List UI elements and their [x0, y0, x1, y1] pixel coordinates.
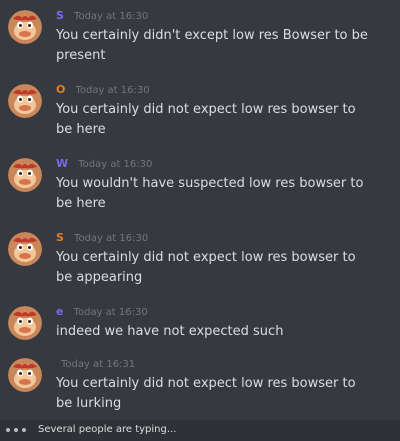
bowser-avatar-icon[interactable]	[8, 84, 42, 118]
message-timestamp: Today at 16:31	[61, 359, 136, 370]
typing-dots-icon	[6, 428, 34, 434]
chat-message: O Today at 16:30 You certainly did not e…	[0, 80, 400, 154]
message-text: You wouldn't have suspected low res bows…	[56, 176, 364, 211]
typing-dot	[14, 428, 18, 432]
chat-window: S Today at 16:30 You certainly didn't ex…	[0, 0, 400, 441]
chat-message: S Today at 16:30 You certainly didn't ex…	[0, 6, 400, 80]
typing-text: Several people are typing...	[38, 424, 177, 435]
bowser-avatar-icon[interactable]	[8, 158, 42, 192]
bowser-avatar-icon[interactable]	[8, 10, 42, 44]
message-text: You certainly did not expect low res bow…	[56, 250, 356, 285]
message-text: You certainly did not expect low res bow…	[56, 376, 356, 411]
message-timestamp: Today at 16:30	[73, 307, 148, 318]
message-author[interactable]: O	[56, 83, 65, 96]
chat-message: W Today at 16:30 You wouldn't have suspe…	[0, 154, 400, 228]
chat-message: S Today at 16:30 You certainly did not e…	[0, 228, 400, 302]
message-text: You certainly didn't except low res Bows…	[56, 28, 368, 63]
chat-message: Today at 16:31 You certainly did not exp…	[0, 354, 400, 428]
message-timestamp: Today at 16:30	[74, 11, 149, 22]
bowser-avatar-icon[interactable]	[8, 232, 42, 266]
message-author[interactable]: e	[56, 305, 63, 318]
message-author[interactable]: S	[56, 231, 64, 244]
message-timestamp: Today at 16:30	[75, 85, 150, 96]
message-timestamp: Today at 16:30	[78, 159, 153, 170]
bowser-avatar-icon[interactable]	[8, 306, 42, 340]
message-timestamp: Today at 16:30	[74, 233, 149, 244]
message-author[interactable]: S	[56, 9, 64, 22]
bowser-avatar-icon[interactable]	[8, 358, 42, 392]
typing-dot	[6, 428, 10, 432]
typing-indicator: Several people are typing...	[0, 420, 400, 441]
message-author[interactable]: W	[56, 157, 68, 170]
typing-dot	[22, 428, 26, 432]
message-text: indeed we have not expected such	[56, 324, 284, 339]
message-text: You certainly did not expect low res bow…	[56, 102, 356, 137]
